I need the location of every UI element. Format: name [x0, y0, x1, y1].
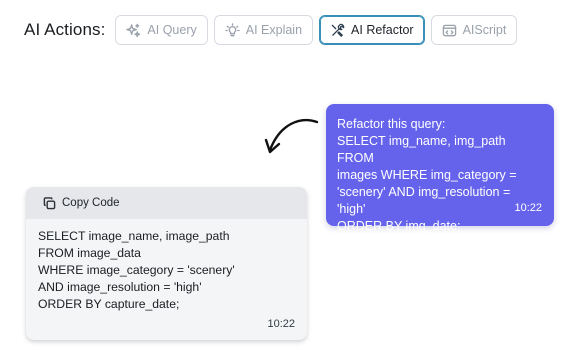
curved-arrow-icon [264, 118, 319, 154]
code-line: WHERE image_category = 'scenery' [38, 263, 235, 277]
ai-actions-toolbar: AI Actions: AI Query AI Explain AI Refac… [24, 15, 523, 45]
message-line: 'scenery' AND img_resolution = 'high' [337, 185, 511, 216]
copy-code-label: Copy Code [62, 197, 120, 209]
tools-icon [331, 23, 345, 37]
ai-refactor-button[interactable]: AI Refactor [319, 15, 425, 45]
message-line: Refactor this query: [337, 117, 446, 131]
message-line: images WHERE img_category = [337, 168, 517, 182]
ai-query-button[interactable]: AI Query [115, 15, 208, 45]
response-timestamp: 10:22 [267, 318, 295, 330]
code-block: SELECT image_name, image_path FROM image… [26, 219, 307, 313]
ai-explain-label: AI Explain [245, 23, 303, 37]
script-window-icon [442, 24, 456, 36]
code-line: SELECT image_name, image_path [38, 229, 230, 243]
ai-refactor-label: AI Refactor [351, 23, 414, 37]
code-line: AND image_resolution = 'high' [38, 280, 202, 294]
copy-code-button[interactable]: Copy Code [26, 187, 307, 219]
copy-icon [43, 196, 56, 209]
user-message-bubble: Refactor this query: SELECT img_name, im… [326, 104, 554, 233]
message-line: SELECT img_name, img_path FROM [337, 134, 506, 165]
code-response-card: Copy Code SELECT image_name, image_path … [26, 187, 307, 340]
ai-query-label: AI Query [147, 23, 197, 37]
ai-script-label: AIScript [462, 23, 507, 37]
sparkles-icon [126, 23, 141, 37]
toolbar-label: AI Actions: [24, 20, 106, 39]
message-timestamp: 10:22 [514, 202, 542, 214]
ai-explain-button[interactable]: AI Explain [213, 15, 314, 45]
ai-script-button[interactable]: AIScript [430, 15, 518, 45]
code-line: ORDER BY capture_date; [38, 297, 180, 311]
code-line: FROM image_data [38, 246, 141, 260]
message-line: ORDER BY img_date; [337, 219, 461, 233]
lightbulb-icon [225, 22, 240, 36]
